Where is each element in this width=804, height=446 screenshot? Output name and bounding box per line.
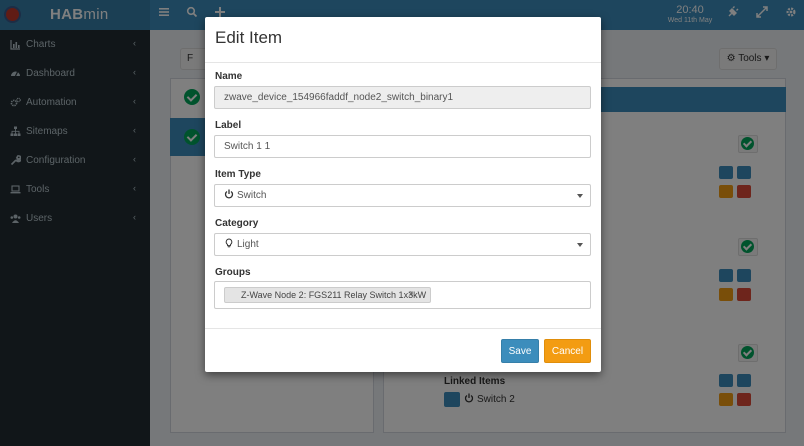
save-button[interactable]: Save	[501, 339, 539, 363]
groups-multiselect[interactable]: Z-Wave Node 2: FGS211 Relay Switch 1x3kW…	[214, 281, 591, 309]
divider	[205, 62, 601, 63]
group-tag-label: Z-Wave Node 2: FGS211 Relay Switch 1x3kW	[241, 290, 427, 300]
caret-down-icon	[577, 194, 583, 198]
groups-label: Groups	[215, 267, 251, 278]
name-field[interactable]: zwave_device_154966faddf_node2_switch_bi…	[214, 86, 591, 109]
item-type-label: Item Type	[215, 169, 261, 180]
category-value: Light	[237, 239, 259, 250]
label-label: Label	[215, 120, 242, 131]
group-tag: Z-Wave Node 2: FGS211 Relay Switch 1x3kW	[224, 287, 432, 303]
category-label: Category	[215, 218, 259, 229]
lightbulb-icon	[225, 238, 233, 248]
divider	[205, 328, 601, 329]
item-type-select[interactable]: Switch	[214, 184, 591, 207]
label-field[interactable]: Switch 1 1	[214, 135, 591, 158]
power-icon	[224, 189, 234, 199]
name-label: Name	[215, 71, 243, 82]
modal-title: Edit Item	[215, 28, 283, 47]
cancel-button[interactable]: Cancel	[544, 339, 591, 363]
remove-tag-icon[interactable]: ×	[408, 289, 414, 301]
item-type-value: Switch	[237, 190, 267, 201]
category-select[interactable]: Light	[214, 233, 591, 256]
edit-item-modal: Edit Item Name zwave_device_154966faddf_…	[205, 17, 601, 372]
caret-down-icon	[577, 243, 583, 247]
